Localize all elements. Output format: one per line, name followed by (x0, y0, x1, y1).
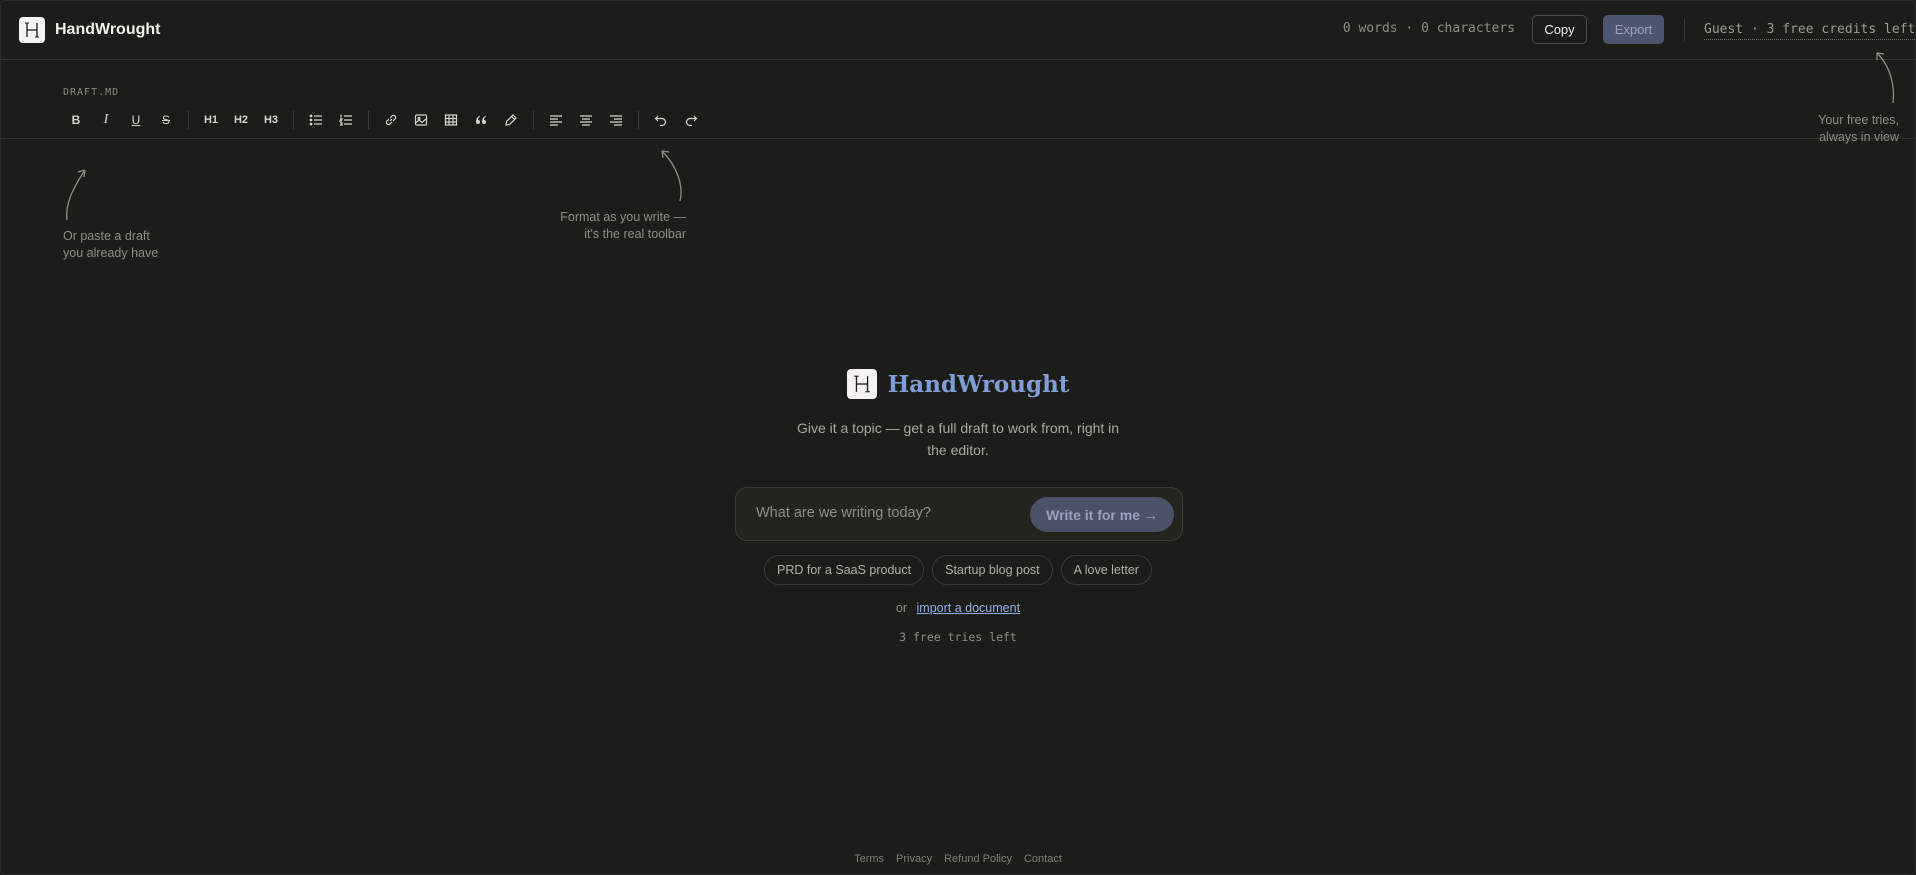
credits-hint-line1: Your free tries, (1818, 113, 1899, 127)
heading3-button[interactable]: H3 (258, 107, 284, 133)
image-button[interactable] (408, 107, 434, 133)
align-left-icon (550, 115, 562, 126)
toolbar-separator (638, 111, 639, 129)
tries-left: 3 free tries left (899, 630, 1017, 644)
credits-hint: Your free tries, always in view (1791, 112, 1899, 146)
redo-icon (685, 115, 698, 127)
bold-button[interactable]: B (63, 107, 89, 133)
copy-button[interactable]: Copy (1532, 15, 1587, 44)
hero-brand: HandWrought (1, 369, 1915, 399)
paste-hint-line2: you already have (63, 246, 159, 260)
align-right-icon (610, 115, 622, 126)
heading1-button[interactable]: H1 (198, 107, 224, 133)
paste-hint-line1: Or paste a draft (63, 229, 150, 243)
highlighter-icon (505, 114, 517, 126)
import-line: or import a document (1, 601, 1915, 615)
toolbar-hint-line2: it's the real toolbar (584, 227, 686, 241)
hero-title: HandWrought (887, 370, 1070, 398)
footer: Terms Privacy Refund Policy Contact (1, 853, 1915, 865)
suggestion-chips: PRD for a SaaS product Startup blog post… (1, 555, 1915, 585)
numbered-list-button[interactable] (333, 107, 359, 133)
bullet-list-icon (309, 114, 322, 126)
strikethrough-button[interactable]: S (153, 107, 179, 133)
paste-hint: Or paste a draft you already have (63, 228, 158, 262)
topic-prompt[interactable]: What are we writing today? Write it for … (735, 487, 1183, 541)
align-left-button[interactable] (543, 107, 569, 133)
footer-terms-link[interactable]: Terms (854, 853, 884, 865)
chip-love-letter[interactable]: A love letter (1060, 555, 1152, 585)
footer-contact-link[interactable]: Contact (1024, 853, 1062, 865)
numbered-list-icon (339, 114, 352, 126)
chip-prd[interactable]: PRD for a SaaS product (764, 555, 925, 585)
toolbar-arrow-icon (661, 150, 682, 202)
app-window: HandWrought 0 words · 0 characters Copy … (0, 0, 1916, 875)
bullet-list-button[interactable] (303, 107, 329, 133)
toolbar-hint-line1: Format as you write — (560, 210, 686, 224)
align-center-button[interactable] (573, 107, 599, 133)
heading2-button[interactable]: H2 (228, 107, 254, 133)
link-icon (385, 114, 397, 126)
italic-button[interactable]: I (93, 107, 119, 133)
import-prefix: or (895, 601, 908, 615)
credits-status[interactable]: Guest · 3 free credits left (1704, 22, 1915, 40)
toolbar-hint: Format as you write — it's the real tool… (541, 209, 686, 243)
hero: HandWrought Give it a topic — get a full… (1, 369, 1915, 461)
hero-subtitle: Give it a topic — get a full draft to wo… (796, 420, 1120, 458)
chip-blog-post[interactable]: Startup blog post (932, 555, 1053, 585)
paste-arrow-icon (66, 169, 86, 221)
top-bar: HandWrought 0 words · 0 characters Copy … (1, 1, 1915, 60)
toolbar-separator (188, 111, 189, 129)
underline-button[interactable]: U (123, 107, 149, 133)
align-right-button[interactable] (603, 107, 629, 133)
credits-hint-line2: always in view (1819, 130, 1899, 144)
table-icon (444, 114, 458, 126)
credits-arrow-icon (1876, 52, 1895, 104)
redo-button[interactable] (678, 107, 704, 133)
file-name: DRAFT.MD (63, 87, 120, 98)
toolbar-separator (293, 111, 294, 129)
toolbar-separator (368, 111, 369, 129)
export-button[interactable]: Export (1603, 15, 1664, 44)
logo-icon (19, 17, 45, 43)
toolbar-separator (533, 111, 534, 129)
header-divider (1684, 19, 1685, 41)
import-document-link[interactable]: import a document (917, 601, 1021, 615)
undo-icon (654, 115, 667, 127)
undo-button[interactable] (648, 107, 674, 133)
topic-input[interactable]: What are we writing today? (756, 505, 931, 521)
table-button[interactable] (438, 107, 464, 133)
image-icon (414, 114, 428, 126)
write-it-button[interactable]: Write it for me → (1030, 497, 1174, 532)
word-count: 0 words · 0 characters (1342, 21, 1515, 36)
toolbar-divider (1, 138, 1915, 139)
brand-name: HandWrought (55, 21, 161, 38)
align-center-icon (580, 115, 592, 126)
highlight-button[interactable] (498, 107, 524, 133)
link-button[interactable] (378, 107, 404, 133)
brand[interactable]: HandWrought (19, 17, 160, 43)
footer-privacy-link[interactable]: Privacy (896, 853, 932, 865)
quote-icon (476, 115, 486, 124)
formatting-toolbar: B I U S H1 H2 H3 (63, 105, 708, 135)
quote-button[interactable] (468, 107, 494, 133)
footer-refund-link[interactable]: Refund Policy (944, 853, 1012, 865)
hero-logo-icon (846, 369, 877, 399)
